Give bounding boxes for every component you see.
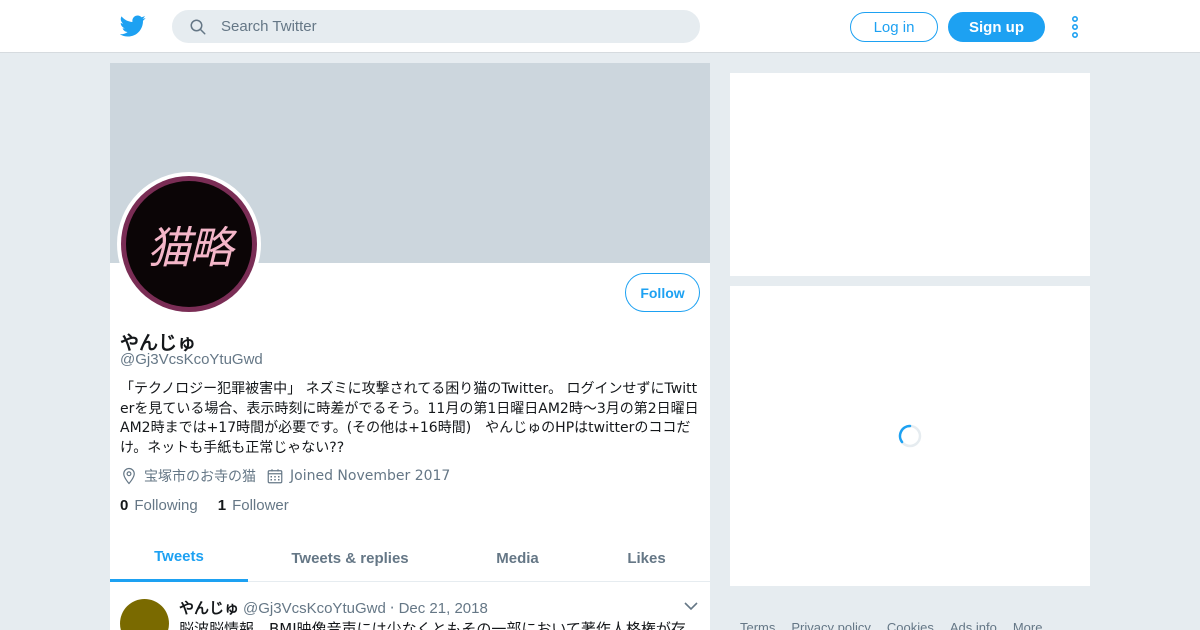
profile-location: 宝塚市のお寺の猫 — [144, 469, 256, 485]
loading-spinner-icon — [898, 424, 922, 448]
top-navigation-bar: Log in Sign up — [0, 0, 1200, 53]
tab-tweets-and-replies[interactable]: Tweets & replies — [270, 534, 430, 582]
avatar-logo-text: 猫略 — [147, 223, 233, 274]
profile-tabs: Tweets Tweets & replies Media Likes — [110, 534, 710, 582]
tweet-avatar[interactable] — [120, 599, 169, 630]
profile-avatar[interactable]: 猫略 — [117, 172, 261, 316]
footer-link-privacy[interactable]: Privacy policy — [791, 620, 870, 630]
profile-card: 猫略 Follow やんじゅ @Gj3VcsKcoYtuGwd 「テクノロジー犯… — [110, 63, 710, 630]
followers-stat[interactable]: 1 Follower — [218, 497, 289, 514]
avatar-image: 猫略 — [126, 181, 252, 307]
search-box[interactable] — [172, 10, 700, 43]
avatar-ring: 猫略 — [121, 176, 257, 312]
following-label: Following — [134, 497, 198, 514]
footer-link-cookies[interactable]: Cookies — [887, 620, 934, 630]
tweet-author-handle[interactable]: @Gj3VcsKcoYtuGwd — [243, 600, 386, 617]
tweet-text: 脳波脳情報、BMI映像音声には少なくともその一部において著作人格権が存 — [179, 620, 686, 630]
search-icon — [190, 19, 206, 35]
footer-link-more[interactable]: More — [1013, 620, 1043, 630]
tweet-separator: · — [389, 599, 395, 617]
profile-meta: 宝塚市のお寺の猫 Joined November 2017 — [120, 466, 450, 486]
sidebar-panel-bottom — [730, 286, 1090, 586]
following-count: 0 — [120, 497, 129, 514]
tab-tweets[interactable]: Tweets — [110, 534, 248, 582]
search-input[interactable] — [221, 11, 681, 42]
profile-joined-date: Joined November 2017 — [290, 468, 451, 484]
footer-link-ads-info[interactable]: Ads info — [950, 620, 997, 630]
calendar-icon — [267, 469, 283, 484]
followers-label: Follower — [232, 497, 289, 514]
follow-button[interactable]: Follow — [625, 273, 700, 312]
sidebar-panel-top — [730, 73, 1090, 276]
profile-stats: 0 Following 1 Follower — [120, 497, 309, 514]
chevron-down-icon[interactable] — [684, 601, 698, 611]
footer-links: Terms Privacy policy Cookies Ads info Mo… — [740, 620, 1058, 630]
tab-media[interactable]: Media — [470, 534, 565, 582]
footer-link-terms[interactable]: Terms — [740, 620, 775, 630]
tweet-date[interactable]: Dec 21, 2018 — [399, 600, 488, 617]
sign-up-button[interactable]: Sign up — [948, 12, 1045, 42]
following-stat[interactable]: 0 Following — [120, 497, 198, 514]
tweet-header: やんじゅ @Gj3VcsKcoYtuGwd · Dec 21, 2018 — [179, 597, 488, 618]
followers-count: 1 — [217, 497, 227, 514]
profile-handle[interactable]: @Gj3VcsKcoYtuGwd — [120, 351, 263, 368]
more-vertical-icon[interactable] — [1067, 14, 1083, 40]
profile-bio: 「テクノロジー犯罪被害中」 ネズミに攻撃されてる困り猫のTwitter。 ログイ… — [120, 381, 699, 456]
tweet-item[interactable]: やんじゅ @Gj3VcsKcoYtuGwd · Dec 21, 2018 脳波脳… — [110, 583, 710, 630]
twitter-logo-icon[interactable] — [120, 13, 146, 39]
tab-likes[interactable]: Likes — [610, 534, 683, 582]
location-icon — [123, 467, 135, 485]
tweet-author-name[interactable]: やんじゅ — [179, 597, 239, 618]
log-in-button[interactable]: Log in — [850, 12, 938, 42]
